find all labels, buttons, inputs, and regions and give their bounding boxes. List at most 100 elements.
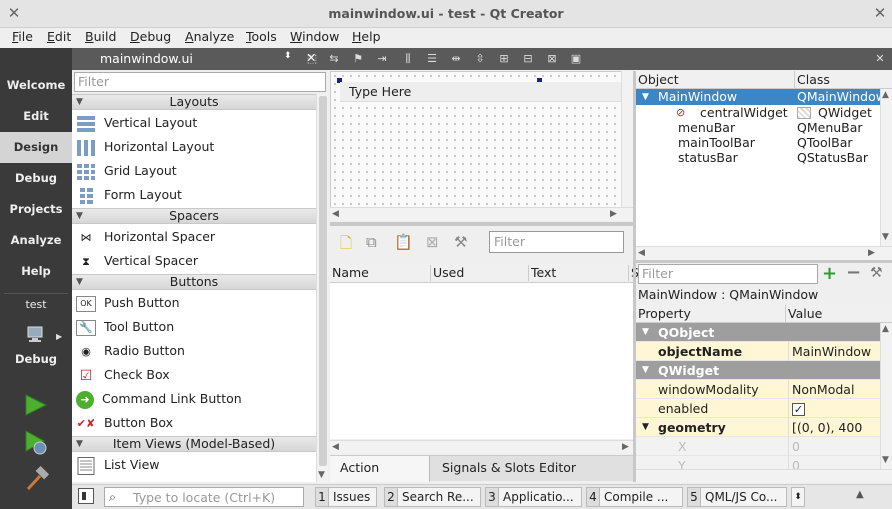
monitor-icon[interactable] [26,326,46,344]
enabled-checkbox[interactable]: ✓ [788,399,805,418]
pane-issues[interactable]: 1 Issues [315,487,377,507]
tree-row-maintoolbar[interactable]: mainToolBar QToolBar [636,135,880,151]
category-spacers[interactable]: ▼ Spacers [72,208,316,224]
expand-arrow-icon[interactable]: ▼ [642,361,649,380]
column-used[interactable]: Used [430,265,464,281]
widget-radio-button[interactable]: ◉ Radio Button [76,340,185,362]
splitter[interactable] [330,222,634,226]
scroll-right-icon[interactable]: ▶ [622,442,629,452]
object-vscrollbar[interactable]: ▲ ▼ [880,89,892,246]
menu-analyze[interactable]: Analyze [185,29,234,44]
expand-arrow-icon[interactable]: ▼ [642,418,649,437]
menu-file[interactable]: File [12,29,33,44]
scrollbar-handle[interactable] [319,96,327,466]
tree-row-menubar[interactable]: menuBar QMenuBar [636,120,880,136]
mode-edit[interactable]: Edit [0,101,72,132]
locator-input[interactable]: ⌕ Type to locate (Ctrl+K) [104,487,304,507]
widget-vertical-layout[interactable]: Vertical Layout [76,112,197,134]
menu-edit[interactable]: Edit [47,29,71,44]
break-layout-icon[interactable]: ⊠ [544,51,560,67]
scroll-down-icon[interactable]: ▼ [318,470,325,480]
action-table[interactable] [330,283,634,439]
pane-search-results[interactable]: 2 Search Re... [384,487,481,507]
kit-arrow-icon[interactable]: ▶ [56,332,62,341]
column-class[interactable]: Class [794,71,830,89]
menu-build[interactable]: Build [85,29,116,44]
tab-action-editor[interactable]: Action Editor [330,456,430,499]
property-vscrollbar[interactable]: ▲ ▼ [880,323,892,469]
mode-debug[interactable]: Debug [0,163,72,194]
close-window-icon[interactable]: ✕ [872,4,888,22]
canvas-vscrollbar[interactable] [621,71,633,208]
widget-button-box[interactable]: ✔✘ Button Box [76,412,173,434]
tab-signals-slots-editor[interactable]: Signals & Slots Editor [432,456,586,482]
property-filter-input[interactable]: Filter [638,264,818,284]
widget-vertical-spacer[interactable]: ⧗ Vertical Spacer [76,250,198,272]
maximize-pane-icon[interactable]: ▲ [856,489,864,500]
menu-tools[interactable]: Tools [246,29,277,44]
property-value[interactable]: 0 [788,456,800,469]
column-object[interactable]: Object [638,72,679,87]
layout-splitter-h-icon[interactable]: ⇹ [448,51,464,67]
column-property[interactable]: Property [638,306,691,321]
menu-help[interactable]: Help [352,29,381,44]
scroll-left-icon[interactable]: ◀ [332,442,339,452]
kit-project[interactable]: test [0,298,72,311]
add-property-icon[interactable]: + [822,263,837,284]
configure-icon[interactable]: ⚒ [454,233,467,251]
layout-grid-icon[interactable]: ⊞ [496,51,512,67]
tree-row-centralwidget[interactable]: ⊘ centralWidget QWidget [636,105,880,121]
category-buttons[interactable]: ▼ Buttons [72,274,316,290]
remove-property-icon[interactable]: − [846,262,861,283]
property-group-qobject[interactable]: ▼ QObject [636,323,880,342]
close-designer-icon[interactable]: ✕ [872,51,888,67]
mode-welcome[interactable]: Welcome [0,70,72,101]
scroll-up-icon[interactable]: ▲ [882,324,889,334]
property-row-x[interactable]: X 0 [636,437,880,456]
column-text[interactable]: Text [528,265,556,281]
widgetbox-scrollbar[interactable]: ▼ [316,94,328,482]
build-hammer-icon[interactable] [24,466,50,492]
copy-action-icon[interactable]: ⧉ [366,233,377,251]
edit-buddies-icon[interactable]: ⚑ [350,51,366,67]
property-group-qwidget[interactable]: ▼ QWidget [636,361,880,380]
scroll-right-icon[interactable]: ▶ [868,248,875,258]
menu-type-here[interactable]: Type Here [340,82,622,102]
scroll-left-icon[interactable]: ◀ [332,209,339,219]
pane-application-output[interactable]: 3 Applicatio... [485,487,582,507]
open-file-name[interactable]: mainwindow.ui [100,51,193,66]
property-value[interactable]: [(0, 0), 400 x... [788,418,880,454]
property-value[interactable]: MainWindow [788,342,871,361]
mode-analyze[interactable]: Analyze [0,225,72,256]
property-value[interactable]: NonModal [788,380,854,399]
layout-horizontal-icon[interactable]: ⫼ [400,51,416,67]
tree-row-mainwindow[interactable]: ▼ MainWindow QMainWindow [636,89,886,105]
widget-push-button[interactable]: OK Push Button [76,292,180,314]
pane-qml-console[interactable]: 5 QML/JS Co... [687,487,787,507]
layout-form-icon[interactable]: ⊟ [520,51,536,67]
kit-config[interactable]: Debug [0,352,72,366]
property-row-windowmodality[interactable]: windowModality NonModal [636,380,880,399]
toggle-sidebar-icon[interactable] [78,488,94,504]
widget-horizontal-layout[interactable]: Horizontal Layout [76,136,214,158]
scroll-down-icon[interactable]: ▼ [882,455,889,465]
scroll-left-icon[interactable]: ◀ [638,248,645,258]
layout-vertical-icon[interactable]: ☰ [424,51,440,67]
edit-signals-icon[interactable]: ⇆ [326,51,342,67]
paste-action-icon[interactable]: 📋 [394,233,413,251]
widgetbox-filter-input[interactable]: Filter [74,72,326,92]
scroll-down-icon[interactable]: ▼ [882,232,889,242]
widget-check-box[interactable]: ☑ Check Box [76,364,170,386]
adjust-size-icon[interactable]: ▣ [568,51,584,67]
run-icon[interactable] [24,394,48,416]
widget-grid-layout[interactable]: Grid Layout [76,160,177,182]
tree-row-statusbar[interactable]: statusBar QStatusBar [636,150,880,166]
category-item-views[interactable]: ▼ Item Views (Model-Based) [72,436,316,452]
expand-arrow-icon[interactable]: ▼ [642,323,649,342]
scroll-up-icon[interactable]: ▲ [882,90,889,100]
widget-command-link-button[interactable]: ➜ Command Link Button [76,388,242,410]
menu-window[interactable]: Window [290,29,339,44]
mode-projects[interactable]: Projects [0,194,72,225]
widget-tool-button[interactable]: 🔧 Tool Button [76,316,174,338]
mode-design[interactable]: Design [0,132,72,163]
